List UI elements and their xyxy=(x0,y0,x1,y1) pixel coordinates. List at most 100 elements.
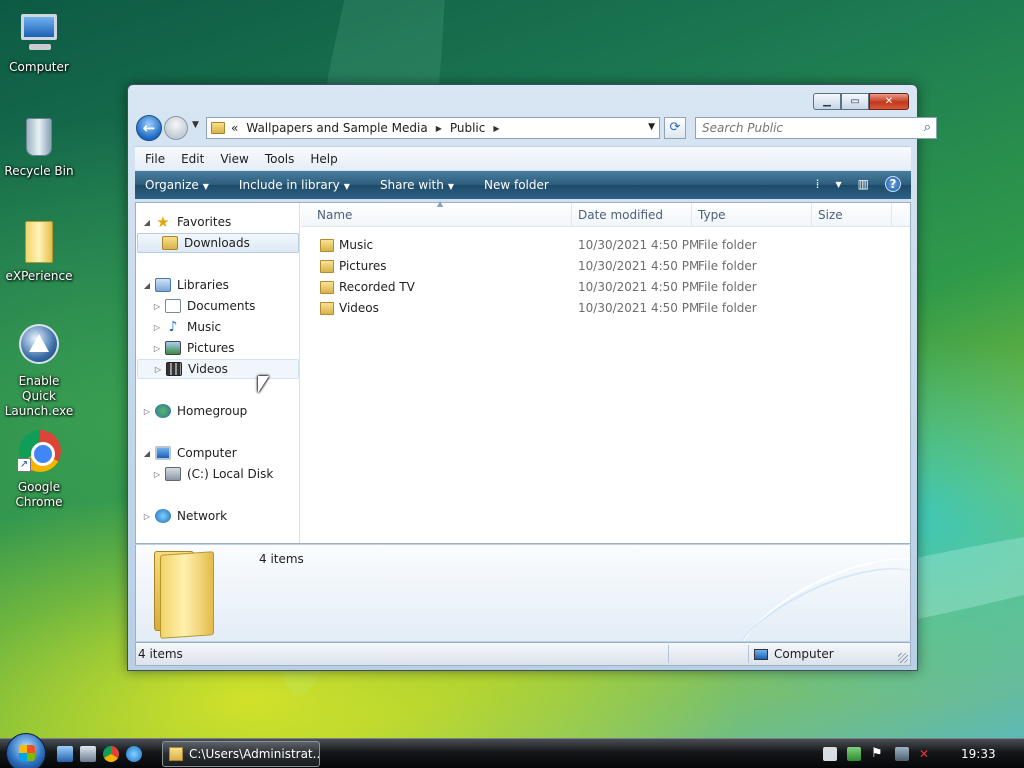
organize-label: Organize xyxy=(145,178,199,192)
include-in-library-button[interactable]: Include in library ▼ xyxy=(239,178,350,192)
expand-arrow-icon[interactable]: ▷ xyxy=(151,302,163,311)
expand-arrow-icon[interactable]: ▷ xyxy=(151,344,163,353)
search-box[interactable]: ⌕ xyxy=(695,117,937,139)
nav-documents[interactable]: ▷ Documents xyxy=(151,296,299,316)
share-with-button[interactable]: Share with ▼ xyxy=(380,178,454,192)
breadcrumb-separator-icon[interactable]: ▶ xyxy=(493,124,499,133)
file-row-pictures[interactable]: Pictures 10/30/2021 4:50 PM File folder xyxy=(301,256,910,277)
nav-music[interactable]: ▷ ♪ Music xyxy=(151,317,299,337)
internet-explorer-icon[interactable] xyxy=(126,746,142,762)
show-desktop-icon[interactable] xyxy=(57,746,73,762)
expand-arrow-icon[interactable]: ▷ xyxy=(141,512,153,521)
taskbar: C:\Users\Administrat... ⚑ ✕ 19:33 xyxy=(0,733,1024,768)
help-icon[interactable]: ? xyxy=(885,176,901,192)
file-row-recorded-tv[interactable]: Recorded TV 10/30/2021 4:50 PM File fold… xyxy=(301,277,910,298)
nav-favorites[interactable]: ◢ ★ Favorites xyxy=(141,212,299,232)
expand-arrow-icon[interactable]: ▷ xyxy=(141,407,153,416)
close-button[interactable]: ✕ xyxy=(869,93,909,110)
taskbar-explorer-button[interactable]: C:\Users\Administrat... xyxy=(162,741,320,767)
organize-button[interactable]: Organize ▼ xyxy=(145,178,209,192)
menu-help[interactable]: Help xyxy=(310,152,337,166)
library-icon xyxy=(155,278,171,292)
chrome-quicklaunch-icon[interactable] xyxy=(103,746,119,762)
notes-tray-icon[interactable] xyxy=(823,747,837,761)
expand-arrow-icon[interactable]: ▷ xyxy=(152,365,164,374)
breadcrumb-separator-icon[interactable]: ▶ xyxy=(436,124,442,133)
menu-view[interactable]: View xyxy=(220,152,248,166)
nav-videos[interactable]: ▷ Videos xyxy=(137,359,299,379)
resize-grip-icon[interactable] xyxy=(898,653,908,663)
address-dropdown-icon[interactable]: ▼ xyxy=(648,122,655,132)
search-input[interactable] xyxy=(696,118,906,138)
status-location-label: Computer xyxy=(774,647,834,661)
column-name[interactable]: Name xyxy=(301,203,572,227)
breadcrumb-public[interactable]: Public xyxy=(450,121,486,135)
change-view-icon[interactable]: ⁞ xyxy=(816,177,820,191)
preview-pane-icon[interactable]: ▥ xyxy=(858,177,869,191)
column-size[interactable]: Size xyxy=(812,203,892,227)
view-options-dropdown-icon[interactable]: ▼ xyxy=(836,180,842,189)
nav-local-disk[interactable]: ▷ (C:) Local Disk xyxy=(151,464,299,484)
action-center-flag-icon[interactable]: ⚑ xyxy=(871,747,885,761)
collapse-arrow-icon[interactable]: ◢ xyxy=(141,281,153,290)
start-button[interactable] xyxy=(6,733,46,768)
nav-downloads[interactable]: Downloads xyxy=(137,233,299,253)
nav-homegroup[interactable]: ▷ Homegroup xyxy=(141,401,299,421)
network-tray-icon[interactable] xyxy=(895,747,909,761)
switch-windows-icon[interactable] xyxy=(80,746,96,762)
desktop-icon-enable-quick-launch[interactable]: Enable Quick Launch.exe xyxy=(2,322,76,419)
expand-arrow-icon[interactable]: ▷ xyxy=(151,470,163,479)
navigation-row: ← ▼ « Wallpapers and Sample Media ▶ Publ… xyxy=(136,115,937,141)
recent-pages-dropdown[interactable]: ▼ xyxy=(192,120,199,130)
forward-button[interactable] xyxy=(164,116,188,140)
new-folder-button[interactable]: New folder xyxy=(484,178,549,192)
caption-buttons: ▁ ▭ ✕ xyxy=(813,93,909,110)
file-date: 10/30/2021 4:50 PM xyxy=(578,259,700,273)
toolbar-right: ⁞ ▼ ▥ ? xyxy=(800,176,901,192)
nav-network[interactable]: ▷ Network xyxy=(141,506,299,526)
nav-pictures[interactable]: ▷ Pictures xyxy=(151,338,299,358)
search-icon[interactable]: ⌕ xyxy=(924,120,931,135)
menu-tools[interactable]: Tools xyxy=(265,152,295,166)
computer-icon xyxy=(15,8,63,56)
breadcrumb-wallpapers[interactable]: Wallpapers and Sample Media xyxy=(246,121,427,135)
folder-icon xyxy=(320,239,334,252)
maximize-button[interactable]: ▭ xyxy=(841,93,869,110)
folder-icon xyxy=(211,122,225,134)
menu-file[interactable]: File xyxy=(145,152,165,166)
collapse-arrow-icon[interactable]: ◢ xyxy=(141,449,153,458)
collapse-arrow-icon[interactable]: ◢ xyxy=(141,218,153,227)
desktop-icon-google-chrome[interactable]: ↗ Google Chrome xyxy=(2,428,76,510)
column-date-modified[interactable]: Date modified xyxy=(572,203,692,227)
address-bar[interactable]: « Wallpapers and Sample Media ▶ Public ▶… xyxy=(206,117,660,139)
hard-disk-icon xyxy=(165,467,181,481)
refresh-button[interactable]: ⟳ xyxy=(664,117,686,139)
minimize-button[interactable]: ▁ xyxy=(813,93,841,110)
downloads-folder-icon xyxy=(162,236,178,250)
folder-icon xyxy=(320,260,334,273)
desktop-icon-label: Computer xyxy=(9,60,69,74)
security-tray-icon[interactable] xyxy=(847,747,861,761)
desktop-icon-label: eXPerience xyxy=(5,269,73,283)
documents-icon xyxy=(165,299,181,313)
file-row-music[interactable]: Music 10/30/2021 4:50 PM File folder xyxy=(301,235,910,256)
computer-icon xyxy=(155,446,171,460)
volume-muted-icon[interactable]: ✕ xyxy=(919,747,933,761)
desktop-icon-recycle-bin[interactable]: Recycle Bin xyxy=(2,112,76,179)
menu-edit[interactable]: Edit xyxy=(181,152,204,166)
address-overflow[interactable]: « xyxy=(231,121,238,135)
back-button[interactable]: ← xyxy=(136,115,162,141)
file-type: File folder xyxy=(698,238,757,252)
expand-arrow-icon[interactable]: ▷ xyxy=(151,323,163,332)
chevron-down-icon: ▼ xyxy=(202,182,209,191)
column-type[interactable]: Type xyxy=(692,203,812,227)
nav-libraries[interactable]: ◢ Libraries xyxy=(141,275,299,295)
clock[interactable]: 19:33 xyxy=(961,747,996,761)
nav-label: Music xyxy=(187,320,222,334)
file-row-videos[interactable]: Videos 10/30/2021 4:50 PM File folder xyxy=(301,298,910,319)
desktop-icon-experience[interactable]: eXPerience xyxy=(2,217,76,284)
file-name: Recorded TV xyxy=(339,280,415,294)
desktop-icon-computer[interactable]: Computer xyxy=(2,8,76,75)
status-bar: 4 items Computer xyxy=(135,642,911,666)
nav-computer[interactable]: ◢ Computer xyxy=(141,443,299,463)
